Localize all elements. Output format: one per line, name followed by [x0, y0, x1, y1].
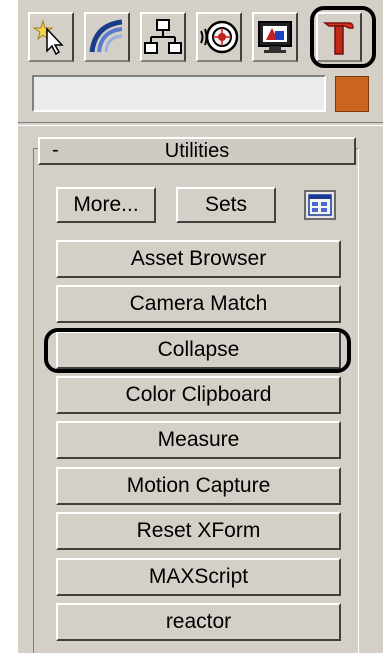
display-tab[interactable] [252, 12, 298, 62]
more-button[interactable]: More... [56, 187, 156, 223]
create-icon [32, 19, 64, 56]
hierarchy-tab[interactable] [140, 12, 186, 62]
modify-icon [89, 19, 123, 53]
object-name-field[interactable] [32, 75, 326, 112]
color-clipboard-button[interactable]: Color Clipboard [56, 376, 341, 414]
rollout-title: Utilities [164, 140, 230, 162]
motion-capture-button[interactable]: Motion Capture [56, 467, 341, 505]
display-icon [258, 21, 292, 53]
modify-tab[interactable] [84, 12, 130, 62]
create-tab[interactable] [28, 12, 74, 62]
asset-browser-button[interactable]: Asset Browser [56, 240, 341, 278]
camera-match-button[interactable]: Camera Match [56, 285, 341, 323]
motion-icon [200, 20, 239, 54]
motion-tab[interactable] [196, 12, 242, 62]
reactor-button[interactable]: reactor [56, 603, 341, 641]
hammer-icon [322, 22, 354, 55]
measure-button[interactable]: Measure [56, 421, 341, 459]
hierarchy-icon [144, 19, 182, 54]
utilities-rollout-header[interactable]: - Utilities [38, 137, 356, 165]
configure-button-sets-icon [308, 194, 332, 216]
maxscript-button[interactable]: MAXScript [56, 558, 341, 596]
reset-xform-button[interactable]: Reset XForm [56, 512, 341, 550]
object-color-swatch[interactable] [335, 76, 369, 112]
configure-button-sets-button[interactable] [304, 190, 336, 220]
collapse-button[interactable]: Collapse [56, 331, 341, 369]
panel-divider [18, 122, 383, 126]
utilities-tab[interactable] [316, 12, 362, 62]
sets-button[interactable]: Sets [176, 187, 276, 223]
